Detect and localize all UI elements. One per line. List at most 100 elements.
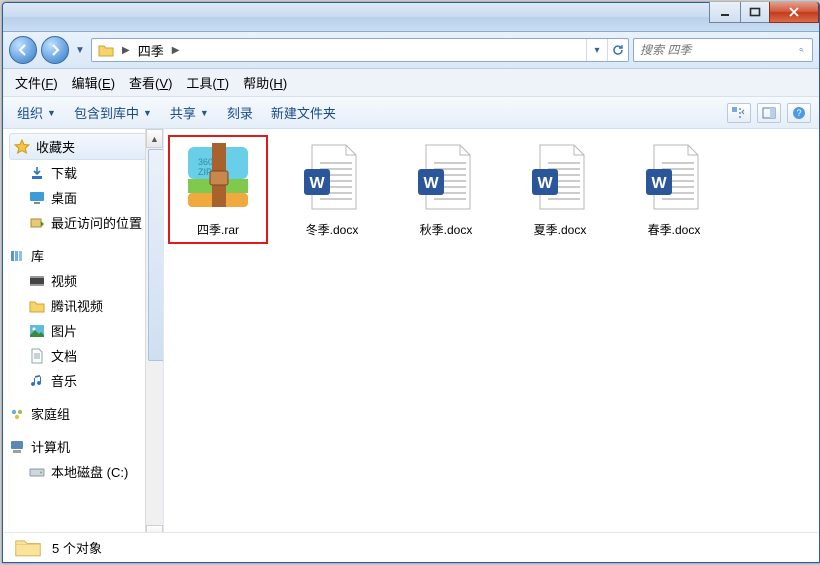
minimize-button[interactable]	[709, 2, 741, 23]
sidebar-scrollbar[interactable]: ▲ ▼	[145, 129, 163, 544]
breadcrumb-folder[interactable]: 四季	[132, 39, 170, 61]
newfolder-button[interactable]: 新建文件夹	[265, 101, 342, 124]
svg-text:W: W	[423, 175, 439, 192]
organize-button[interactable]: 组织 ▼	[11, 101, 62, 124]
refresh-button[interactable]	[607, 39, 628, 61]
sidebar-computer[interactable]: 计算机	[9, 434, 157, 459]
docx-icon: W	[296, 141, 368, 213]
sidebar-item-label: 最近访问的位置	[51, 213, 142, 232]
sidebar-item-label: 腾讯视频	[51, 296, 103, 315]
sidebar-item-label: 收藏夹	[36, 137, 75, 156]
file-item[interactable]: W 冬季.docx	[288, 141, 376, 238]
picture-icon	[29, 323, 45, 339]
breadcrumb-sep-icon: ▶	[120, 45, 132, 56]
sidebar-music[interactable]: 音乐	[9, 368, 157, 393]
drive-icon	[29, 464, 45, 480]
file-item[interactable]: W 春季.docx	[630, 141, 718, 238]
close-button[interactable]	[769, 2, 819, 23]
docx-icon: W	[524, 141, 596, 213]
window-controls	[710, 2, 819, 23]
help-button[interactable]: ?	[787, 103, 811, 123]
sidebar-desktop[interactable]: 桌面	[9, 185, 157, 210]
folder-icon	[14, 536, 42, 558]
sidebar-item-label: 视频	[51, 271, 77, 290]
svg-text:W: W	[651, 175, 667, 192]
back-button[interactable]	[9, 36, 37, 64]
recent-icon	[29, 215, 45, 231]
computer-icon	[9, 439, 25, 455]
scroll-thumb[interactable]	[148, 149, 164, 361]
library-icon	[9, 248, 25, 264]
address-bar[interactable]: ▶ 四季 ▶ ▾	[91, 38, 629, 62]
sidebar-downloads[interactable]: 下载	[9, 160, 157, 185]
svg-text:360: 360	[198, 157, 213, 167]
nav-row: ▼ ▶ 四季 ▶ ▾	[3, 32, 819, 69]
video-icon	[29, 273, 45, 289]
sidebar-homegroup[interactable]: 家庭组	[9, 401, 157, 426]
share-button[interactable]: 共享 ▼	[164, 101, 215, 124]
svg-text:?: ?	[796, 108, 801, 118]
file-label: 四季.rar	[174, 221, 262, 238]
maximize-button[interactable]	[740, 2, 770, 23]
sidebar-item-label: 家庭组	[31, 404, 70, 423]
sidebar-documents[interactable]: 文档	[9, 343, 157, 368]
download-icon	[29, 165, 45, 181]
docx-icon: W	[638, 141, 710, 213]
search-icon	[799, 43, 804, 57]
folder-icon	[92, 39, 120, 61]
svg-text:W: W	[537, 175, 553, 192]
address-dropdown[interactable]: ▾	[586, 39, 607, 61]
command-bar: 组织 ▼ 包含到库中 ▼ 共享 ▼ 刻录 新建文件夹 ?	[3, 97, 819, 129]
music-icon	[29, 373, 45, 389]
menu-bar: 文件(F) 编辑(E) 查看(V) 工具(T) 帮助(H)	[3, 69, 819, 97]
preview-pane-button[interactable]	[757, 103, 781, 123]
forward-button[interactable]	[41, 36, 69, 64]
menu-view[interactable]: 查看(V)	[123, 71, 178, 94]
search-input[interactable]	[638, 42, 799, 58]
sidebar-local-c[interactable]: 本地磁盘 (C:)	[9, 459, 157, 484]
sidebar-item-label: 下载	[51, 163, 77, 182]
sidebar-favorites[interactable]: 收藏夹	[9, 133, 157, 160]
menu-edit[interactable]: 编辑(E)	[66, 71, 121, 94]
titlebar	[3, 3, 819, 32]
sidebar-item-label: 文档	[51, 346, 77, 365]
file-item[interactable]: 360 ZIP 四季.rar	[174, 141, 262, 238]
sidebar-libraries[interactable]: 库	[9, 243, 157, 268]
sidebar-item-label: 本地磁盘 (C:)	[51, 462, 128, 481]
file-label: 春季.docx	[630, 221, 718, 238]
explorer-window: ▼ ▶ 四季 ▶ ▾ 文件(F) 编辑(E) 查看(V) 工具(T) 帮助(H)…	[2, 2, 820, 563]
burn-button[interactable]: 刻录	[221, 101, 259, 124]
sidebar-tencent[interactable]: 腾讯视频	[9, 293, 157, 318]
star-icon	[14, 139, 30, 155]
menu-help[interactable]: 帮助(H)	[237, 71, 293, 94]
homegroup-icon	[9, 406, 25, 422]
menu-tools[interactable]: 工具(T)	[180, 71, 235, 94]
sidebar-item-label: 计算机	[31, 437, 70, 456]
sidebar-item-label: 桌面	[51, 188, 77, 207]
file-list[interactable]: 360 ZIP 四季.rar W 冬季.docx W 秋季.docx	[164, 129, 819, 544]
file-item[interactable]: W 夏季.docx	[516, 141, 604, 238]
nav-history-dropdown[interactable]: ▼	[73, 45, 87, 56]
sidebar-item-label: 音乐	[51, 371, 77, 390]
sidebar-item-label: 图片	[51, 321, 77, 340]
desktop-icon	[29, 190, 45, 206]
scroll-up-button[interactable]: ▲	[146, 129, 163, 148]
content-area: 收藏夹 下载 桌面 最近访问的位置 库 视频 腾讯视频 图片 文档 音乐 家庭组…	[3, 129, 819, 544]
include-button[interactable]: 包含到库中 ▼	[68, 101, 158, 124]
status-bar: 5 个对象	[4, 532, 818, 561]
file-item[interactable]: W 秋季.docx	[402, 141, 490, 238]
svg-text:W: W	[309, 175, 325, 192]
sidebar-item-label: 库	[31, 246, 44, 265]
breadcrumb-chevron-icon[interactable]: ▶	[170, 45, 182, 56]
rar-icon: 360 ZIP	[182, 141, 254, 213]
docx-icon: W	[410, 141, 482, 213]
file-label: 夏季.docx	[516, 221, 604, 238]
menu-file[interactable]: 文件(F)	[9, 71, 64, 94]
view-options-button[interactable]	[727, 103, 751, 123]
file-label: 秋季.docx	[402, 221, 490, 238]
sidebar-videos[interactable]: 视频	[9, 268, 157, 293]
sidebar-pictures[interactable]: 图片	[9, 318, 157, 343]
search-box[interactable]	[633, 38, 813, 62]
sidebar-recent[interactable]: 最近访问的位置	[9, 210, 157, 235]
file-label: 冬季.docx	[288, 221, 376, 238]
